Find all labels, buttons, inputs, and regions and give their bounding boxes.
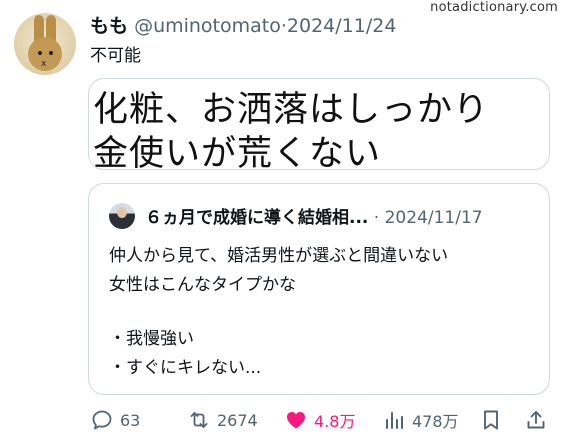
view-count: 478万 bbox=[412, 412, 459, 431]
post-text: 不可能 bbox=[90, 46, 141, 66]
bookmark-button[interactable] bbox=[479, 402, 503, 438]
quote-text-line: ・我慢強い bbox=[109, 329, 194, 349]
quote-text-line: 女性はこんなタイプかな bbox=[109, 275, 296, 295]
share-button[interactable] bbox=[524, 402, 548, 438]
attached-image[interactable]: 化粧、お洒落はしっかり 金使いが荒くない bbox=[88, 78, 550, 170]
separator: · bbox=[373, 208, 380, 228]
like-icon bbox=[287, 412, 305, 429]
post-date[interactable]: 2024/11/24 bbox=[287, 15, 397, 37]
post-header: もも @uminotomato·2024/11/24 bbox=[90, 11, 396, 38]
quote-date: 2024/11/17 bbox=[384, 208, 483, 228]
repost-icon bbox=[190, 412, 208, 428]
like-button[interactable]: 4.8万 bbox=[284, 402, 355, 438]
bookmark-icon bbox=[484, 410, 498, 430]
avatar[interactable]: x bbox=[14, 13, 76, 75]
reply-icon bbox=[92, 410, 112, 430]
repost-button[interactable]: 2674 bbox=[187, 402, 258, 438]
quoted-post[interactable]: ６ヵ月で成婚に導く結婚相... · 2024/11/17 仲人から見て、婚活男性… bbox=[88, 183, 550, 395]
watermark: notadictionary.com bbox=[430, 0, 558, 15]
share-icon bbox=[527, 411, 545, 429]
display-name[interactable]: もも bbox=[90, 15, 128, 37]
action-bar: 63 2674 4.8万 478万 bbox=[0, 402, 564, 438]
repost-count: 2674 bbox=[217, 410, 258, 430]
views-button[interactable]: 478万 bbox=[382, 402, 459, 438]
reply-count: 63 bbox=[120, 410, 141, 430]
like-count: 4.8万 bbox=[314, 412, 356, 431]
handle[interactable]: @uminotomato bbox=[134, 15, 281, 37]
quote-text-line: 仲人から見て、婚活男性が選ぶと間違いない bbox=[109, 246, 449, 266]
quote-header: ６ヵ月で成婚に導く結婚相... · 2024/11/17 bbox=[145, 203, 483, 228]
quote-avatar bbox=[109, 203, 135, 229]
reply-button[interactable]: 63 bbox=[90, 402, 140, 438]
quote-display-name: ６ヵ月で成婚に導く結婚相... bbox=[145, 208, 369, 228]
quote-text-line: ・すぐにキレない... bbox=[109, 358, 262, 378]
views-icon bbox=[386, 412, 403, 429]
image-text-line: 金使いが荒くない bbox=[93, 134, 382, 170]
